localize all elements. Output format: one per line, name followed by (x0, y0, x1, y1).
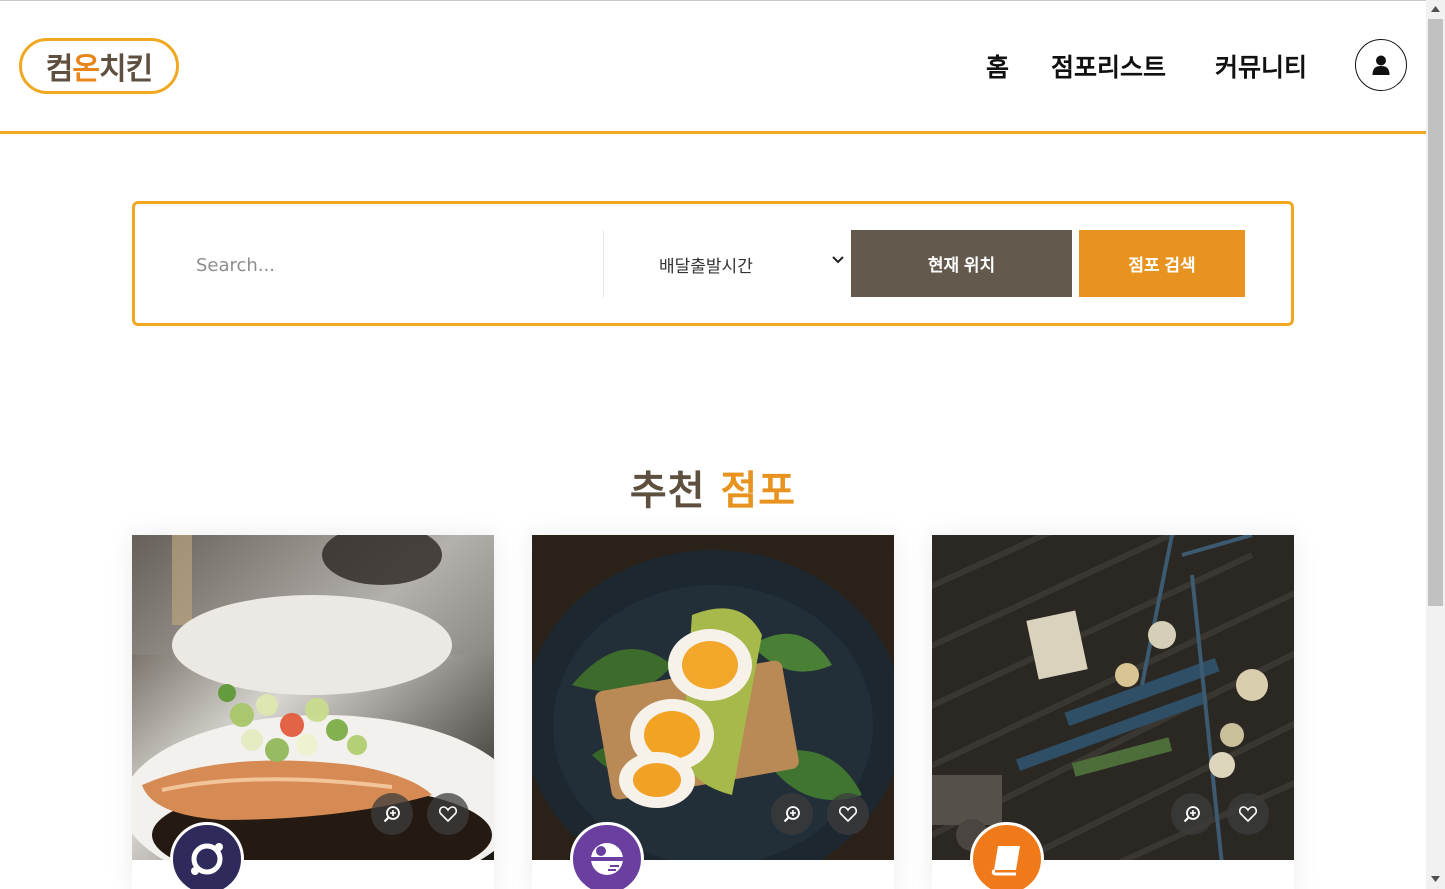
site-logo[interactable]: 컴 온 치킨 (19, 38, 179, 94)
zoom-button[interactable] (1171, 793, 1213, 835)
heart-icon (839, 806, 857, 822)
delivery-time-select[interactable]: 배달출발시간 (604, 243, 851, 283)
heart-icon (439, 806, 457, 822)
logo-text-rest: 치킨 (99, 52, 153, 87)
scroll-up-arrow-icon[interactable] (1430, 4, 1441, 14)
store-search-button[interactable]: 점포 검색 (1079, 230, 1245, 297)
store-card[interactable] (932, 535, 1294, 889)
section-title-accent: 점포 (720, 468, 797, 514)
zoom-button[interactable] (771, 793, 813, 835)
logo-text-main: 컴 (45, 52, 74, 87)
ring-logo-icon (191, 843, 223, 875)
zoom-in-icon (783, 806, 800, 823)
store-card[interactable] (132, 535, 494, 889)
store-avatar (970, 822, 1044, 889)
current-location-button[interactable]: 현재 위치 (851, 230, 1072, 297)
zoom-button[interactable] (371, 793, 413, 835)
site-header (0, 1, 1426, 132)
favorite-button[interactable] (427, 793, 469, 835)
section-title-main: 추천 (629, 468, 706, 514)
nav-item-home[interactable]: 홈 (986, 48, 1009, 84)
scrollbar-thumb[interactable] (1428, 19, 1443, 606)
card-image-egg-toast[interactable] (532, 535, 894, 860)
page: 컴온치킨 홈 점포리스트 커뮤니티 배달출발시간 현재 위치 점포 검색 추천 … (0, 0, 1445, 889)
card-image-salmon-dish[interactable] (132, 535, 494, 860)
user-account-button[interactable] (1355, 39, 1407, 91)
store-avatar (570, 822, 644, 889)
delivery-time-select-value: 배달출발시간 (659, 257, 753, 277)
store-avatar (170, 822, 244, 889)
nav-item-community[interactable]: 커뮤니티 (1215, 48, 1307, 84)
death-star-icon (591, 843, 623, 875)
scroll-down-arrow-icon[interactable] (1430, 874, 1441, 884)
nav-item-store-list[interactable]: 점포리스트 (1051, 48, 1166, 84)
store-card[interactable] (532, 535, 894, 889)
heart-icon (1239, 806, 1257, 822)
book-icon (991, 846, 1020, 876)
user-icon (1372, 55, 1390, 75)
search-input[interactable] (196, 247, 576, 283)
logo-text-accent: 온 (72, 52, 100, 87)
zoom-in-icon (1183, 806, 1200, 823)
chevron-down-icon (832, 256, 844, 264)
section-title: 추천 점포 (0, 458, 1426, 516)
header-divider (0, 131, 1426, 134)
card-image-restaurant-overhead[interactable] (932, 535, 1294, 860)
favorite-button[interactable] (1227, 793, 1269, 835)
zoom-in-icon (383, 806, 400, 823)
favorite-button[interactable] (827, 793, 869, 835)
